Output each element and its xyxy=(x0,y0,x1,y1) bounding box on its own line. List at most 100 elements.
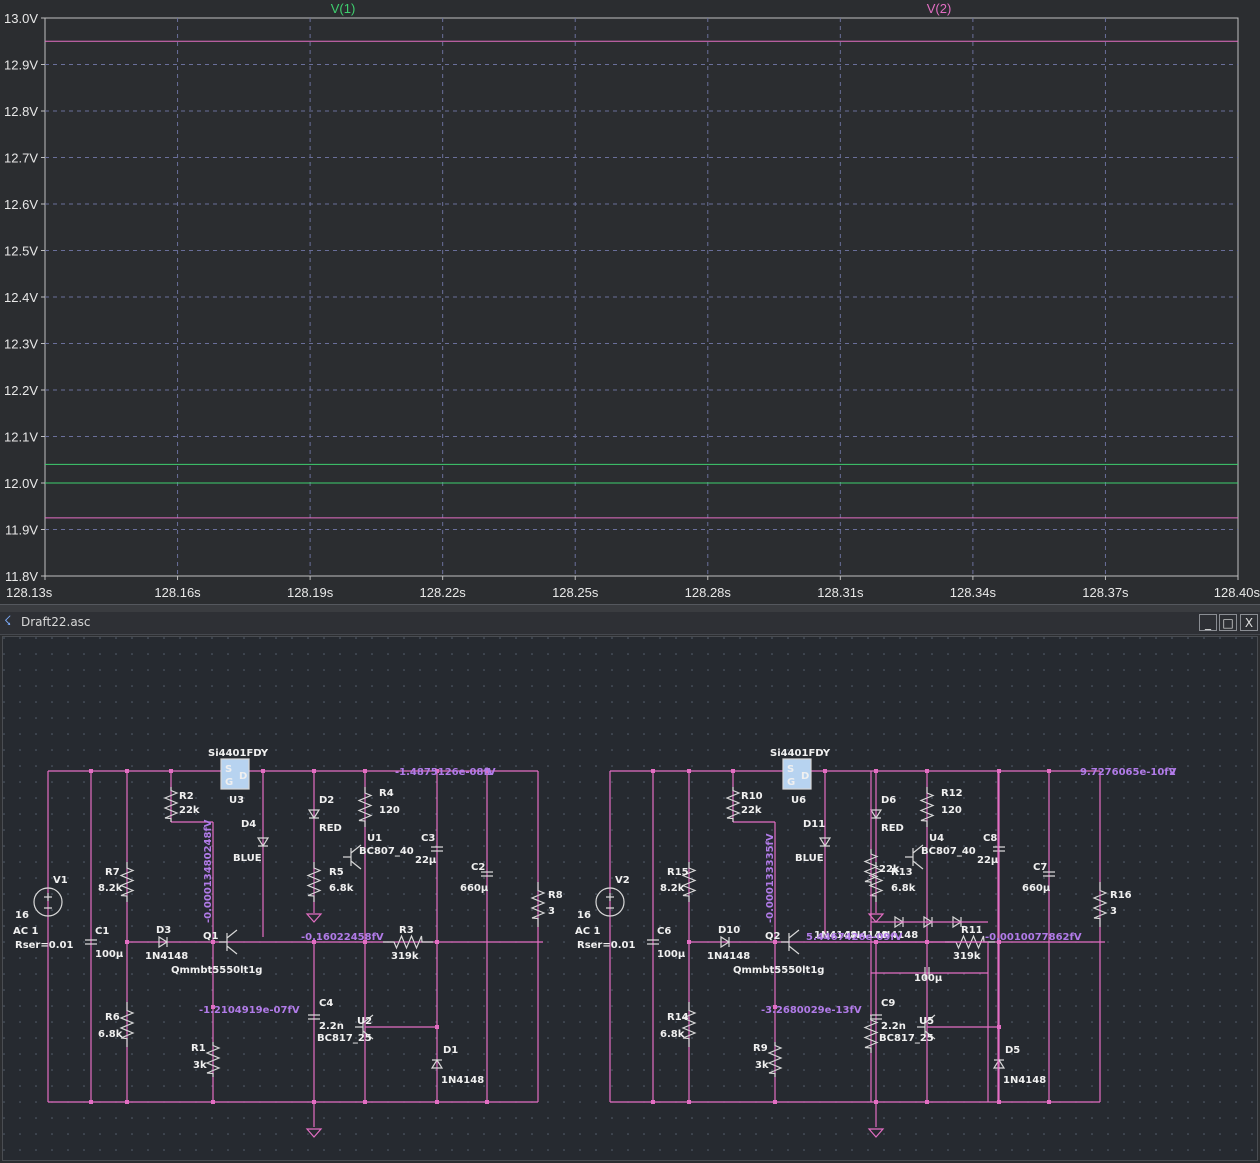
node-label: 1 xyxy=(485,767,492,778)
component-label: 16 xyxy=(15,910,29,921)
junction-dot xyxy=(435,940,439,944)
component-label: U2 xyxy=(357,1016,372,1027)
component-label: BC807_40 xyxy=(921,846,976,857)
component-label: R2 xyxy=(179,791,194,802)
y-tick-label: 12.9V xyxy=(4,58,38,73)
schematic-titlebar[interactable]: ☇ Draft22.asc _ □ X xyxy=(0,612,1260,635)
component-label: C9 xyxy=(881,998,895,1009)
node-voltage-label: 5.4467426e-09fV xyxy=(806,932,903,943)
component-label: 22µ xyxy=(415,855,437,866)
node-voltage-label: -0.00013480248fV xyxy=(203,819,214,923)
component-label: U5 xyxy=(919,1016,934,1027)
component-label: 2.2n xyxy=(881,1021,906,1032)
component-label: D3 xyxy=(156,925,171,936)
component-label: Q1 xyxy=(203,931,219,942)
component-label: 6.8k xyxy=(891,883,916,894)
component-label: R10 xyxy=(741,791,763,802)
component-label: D4 xyxy=(241,819,256,830)
junction-dot xyxy=(363,769,367,773)
legend-v1[interactable]: V(1) xyxy=(331,1,356,16)
x-tick-label: 128.16s xyxy=(154,585,201,600)
component-label: R4 xyxy=(379,788,394,799)
component-label: V1 xyxy=(53,875,68,886)
component-label: C4 xyxy=(319,998,333,1009)
node-voltage-label: 9.7276065e-10fV xyxy=(1080,767,1177,778)
y-tick-label: 12.7V xyxy=(4,151,38,166)
y-tick-label: 12.0V xyxy=(4,476,38,491)
node-voltage-label: -0.000133335fV xyxy=(765,833,776,923)
component-label: 1N4148 xyxy=(1003,1075,1046,1086)
component-label: BC817_25 xyxy=(317,1033,372,1044)
junction-dot xyxy=(874,769,878,773)
component-label: 1N4148 xyxy=(707,951,750,962)
y-tick-label: 12.8V xyxy=(4,104,38,119)
node-voltage-label: -1.4875126e-08fV xyxy=(395,767,496,778)
component-label: 22k xyxy=(741,805,762,816)
schematic-drawing[interactable]: Si4401FDYSGDU3R222kD4BLUED2REDR4120U1BC8… xyxy=(3,637,1257,1160)
schematic-window: ☇ Draft22.asc _ □ X Si4401FDY S G D U3 R2 22k D… xyxy=(0,612,1260,1163)
component-label: Qmmbt5550lt1g xyxy=(733,965,824,976)
component-label: 3k xyxy=(193,1060,207,1071)
maximize-button[interactable]: □ xyxy=(1219,614,1237,631)
junction-dot xyxy=(312,1100,316,1104)
component-label: 120 xyxy=(941,805,962,816)
component-label: G xyxy=(787,777,795,788)
legend-v2[interactable]: V(2) xyxy=(927,1,952,16)
junction-dot xyxy=(485,1100,489,1104)
y-tick-label: 12.3V xyxy=(4,337,38,352)
component-label: 3k xyxy=(755,1060,769,1071)
component-label: R12 xyxy=(941,788,963,799)
junction-dot xyxy=(651,1100,655,1104)
junction-dot xyxy=(925,769,929,773)
component-label: RED xyxy=(319,823,342,834)
component-label: C1 xyxy=(95,926,109,937)
component-label: 6.8k xyxy=(98,1029,123,1040)
schematic-grid xyxy=(3,637,1257,1160)
component-label: Qmmbt5550lt1g xyxy=(171,965,262,976)
component-label: R5 xyxy=(329,867,344,878)
junction-dot xyxy=(925,1100,929,1104)
component-label: R8 xyxy=(548,890,563,901)
component-label: D10 xyxy=(718,925,740,936)
component-label: D xyxy=(801,771,809,782)
waveform-plot[interactable]: 13.0V 12.9V 12.8V 12.7V 12.6V 12.5V 12.4V 12.3V… xyxy=(0,0,1260,604)
component-label: 16 xyxy=(577,910,591,921)
schematic-canvas[interactable]: Si4401FDY S G D U3 R2 22k D4 BLUE D2 RED R4 120 U1 BC8… xyxy=(2,636,1258,1161)
component-label: BC807_40 xyxy=(359,846,414,857)
component-label: U1 xyxy=(367,833,382,844)
component-label: R7 xyxy=(105,867,120,878)
component-label: R9 xyxy=(753,1043,768,1054)
component-label: D11 xyxy=(803,819,825,830)
component-label: 8.2k xyxy=(660,883,685,894)
component-label: R14 xyxy=(667,1012,689,1023)
component-label: Rser=0.01 xyxy=(577,940,635,951)
junction-dot xyxy=(874,1100,878,1104)
component-label: BLUE xyxy=(233,853,262,864)
component-label: U6 xyxy=(791,795,806,806)
component-label: 3 xyxy=(1110,906,1117,917)
x-tick-label: 128.22s xyxy=(420,585,467,600)
node-voltage-label: -0.16022458fV xyxy=(301,932,384,943)
minimize-button[interactable]: _ xyxy=(1199,614,1217,631)
junction-dot xyxy=(435,1100,439,1104)
x-tick-label: 128.34s xyxy=(950,585,997,600)
component-label: 120 xyxy=(379,805,400,816)
component-label: 6.8k xyxy=(329,883,354,894)
junction-dot xyxy=(125,769,129,773)
junction-dot xyxy=(687,940,691,944)
x-tick-label: 128.19s xyxy=(287,585,334,600)
junction-dot xyxy=(169,769,173,773)
component-label: Rser=0.01 xyxy=(15,940,73,951)
x-tick-label: 128.13s xyxy=(6,585,53,600)
component-label: C3 xyxy=(421,833,435,844)
component-label: D6 xyxy=(881,795,896,806)
y-axis-ticks: 13.0V 12.9V 12.8V 12.7V 12.6V 12.5V 12.4V 12.3V… xyxy=(4,11,45,584)
component-label: 1N4148 xyxy=(441,1075,484,1086)
window-title: Draft22.asc xyxy=(21,615,91,629)
y-tick-label: 11.9V xyxy=(5,523,38,538)
component-label: U4 xyxy=(929,833,944,844)
y-tick-label: 12.5V xyxy=(4,244,38,259)
waveform-plot-pane[interactable]: 13.0V 12.9V 12.8V 12.7V 12.6V 12.5V 12.4V 12.3V… xyxy=(0,0,1260,604)
close-button[interactable]: X xyxy=(1240,614,1258,631)
component-label: S xyxy=(787,764,794,775)
